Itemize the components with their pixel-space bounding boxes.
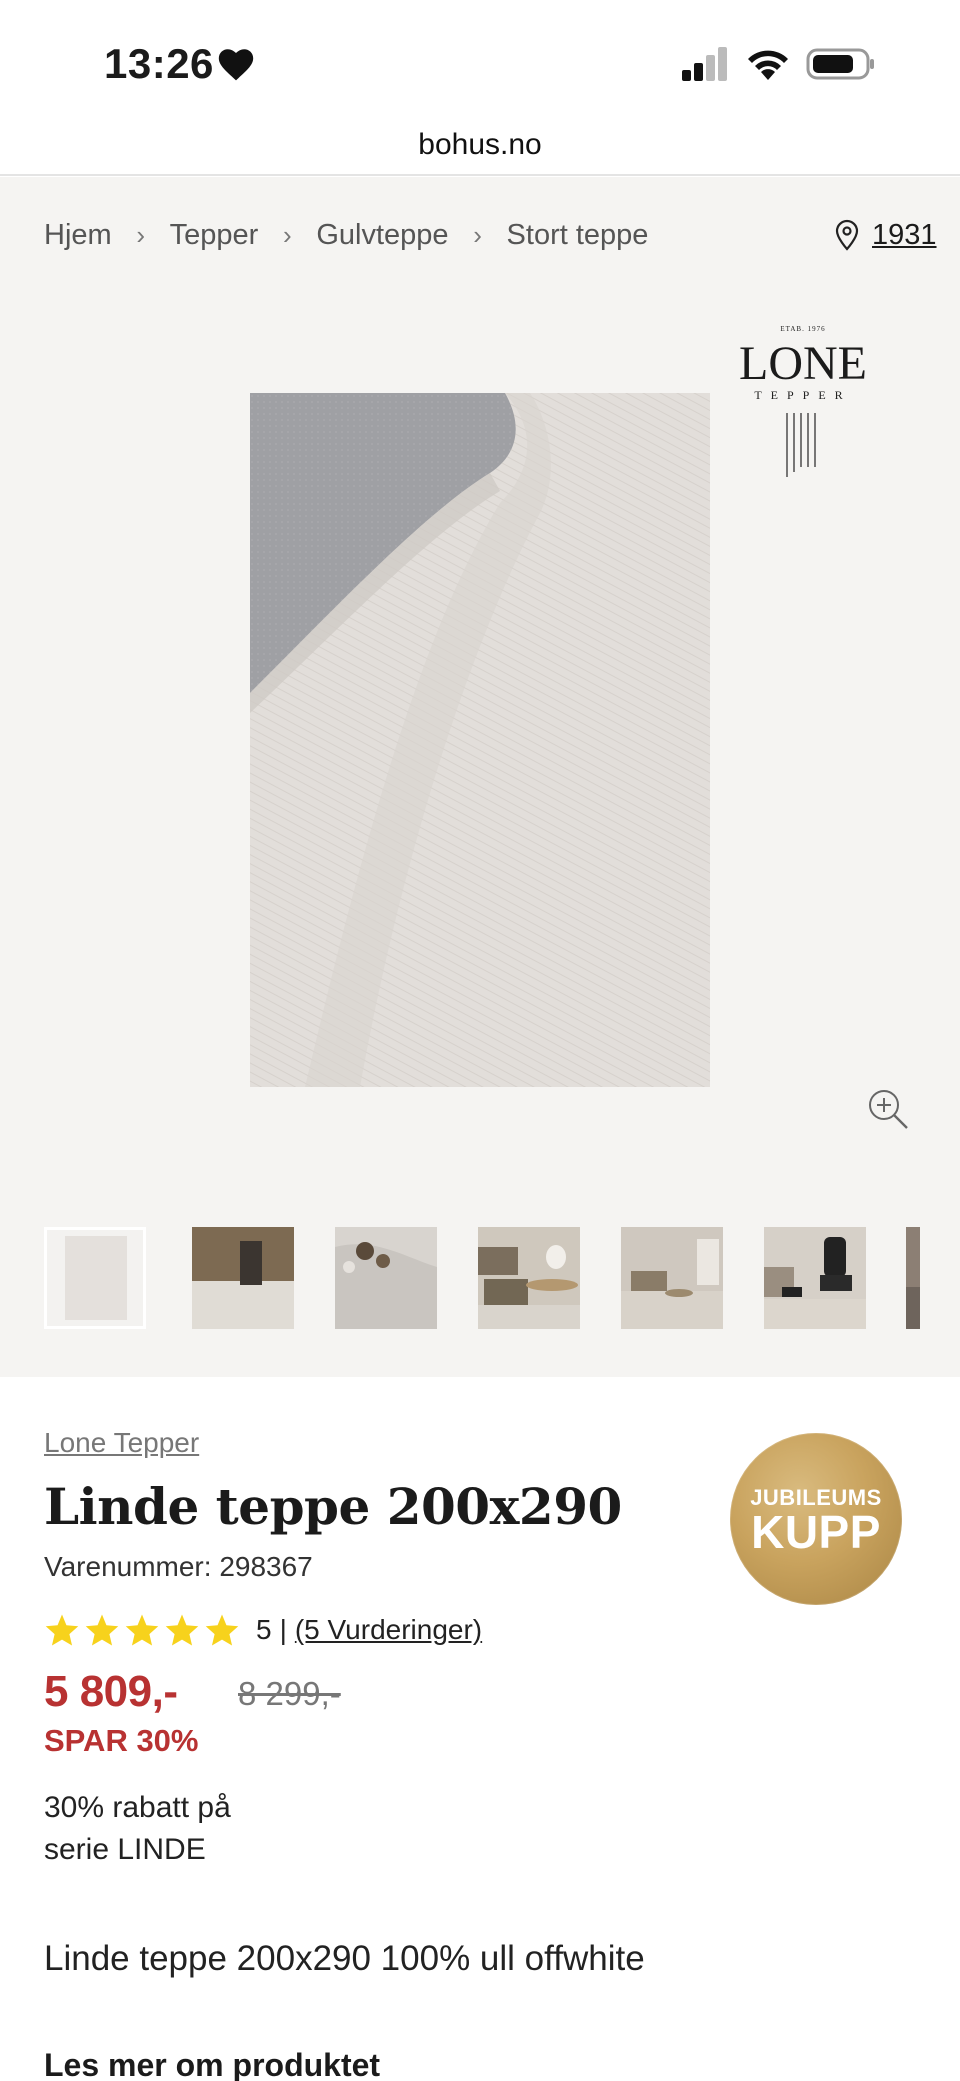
rating-score: 5 <box>256 1614 272 1645</box>
product-description: Linde teppe 200x290 100% ull offwhite <box>44 1939 645 1978</box>
breadcrumb-item-hjem[interactable]: Hjem <box>44 219 112 252</box>
chevron-right-icon: › <box>283 219 292 250</box>
url-text[interactable]: bohus.no <box>0 128 960 162</box>
reviews-link[interactable]: (5 Vurderinger) <box>295 1614 482 1646</box>
wifi-icon <box>748 50 788 80</box>
svg-text:TEPPER: TEPPER <box>754 388 851 402</box>
browser-address-bar[interactable]: bohus.no <box>0 120 960 176</box>
product-price: 5 809,- <box>44 1667 178 1716</box>
campaign-line-1: 30% rabatt på <box>44 1791 231 1824</box>
read-more-link[interactable]: Les mer om produktet <box>44 2047 380 2081</box>
thumbnail-strip[interactable] <box>44 1227 960 1331</box>
chevron-right-icon: › <box>473 219 482 250</box>
product-title: Linde teppe 200x290 <box>44 1477 622 1536</box>
breadcrumb-item-gulvteppe[interactable]: Gulvteppe <box>316 219 448 252</box>
rating: 5 | (5 Vurderinger) <box>44 1613 482 1647</box>
badge-line-2: KUPP <box>751 1506 881 1558</box>
star-icon <box>45 1614 79 1646</box>
product-main-image[interactable] <box>250 393 710 1087</box>
thumbnail-living-room-sofa-ottoman[interactable] <box>478 1227 580 1329</box>
status-bar: 13:26 <box>0 0 960 120</box>
star-icon <box>85 1614 119 1646</box>
brand-link[interactable]: Lone Tepper <box>44 1427 199 1459</box>
svg-text:ETAB. 1976: ETAB. 1976 <box>780 325 825 333</box>
store-label[interactable]: 1931 <box>872 219 937 252</box>
campaign-text: 30% rabatt på serie LINDE <box>44 1787 304 1871</box>
thumbnail-rug-flat-product[interactable] <box>44 1227 146 1329</box>
rating-separator: | <box>279 1614 287 1645</box>
thumbnail-living-room-wide[interactable] <box>621 1227 723 1329</box>
product-info: Lone Tepper Linde teppe 200x290 Varenumm… <box>0 1377 960 2081</box>
status-time: 13:26 <box>104 40 214 87</box>
star-icon <box>205 1614 239 1646</box>
product-old-price: 8 299,- <box>238 1675 341 1712</box>
location-pin-icon <box>835 219 859 251</box>
breadcrumb-item-stort-teppe[interactable]: Stort teppe <box>507 219 649 252</box>
thumbnail-room-partial[interactable] <box>906 1227 920 1329</box>
lone-tepper-logo: ETAB. 1976 LONE TEPPER <box>739 325 867 477</box>
svg-text:LONE: LONE <box>739 337 867 390</box>
battery-icon <box>806 48 874 80</box>
star-icon <box>165 1614 199 1646</box>
store-selector[interactable]: 1931 <box>834 215 937 255</box>
jubileums-kupp-badge: JUBILEUMS KUPP <box>730 1433 902 1605</box>
zoom-in-icon[interactable] <box>866 1087 910 1131</box>
thumbnail-rug-closeup-with-flowers[interactable] <box>335 1227 437 1329</box>
thumbnail-living-room-armchair[interactable] <box>764 1227 866 1329</box>
breadcrumb-item-tepper[interactable]: Tepper <box>170 219 259 252</box>
heart-icon <box>218 49 254 81</box>
product-gallery: Hjem › Tepper › Gulvteppe › Stort teppe … <box>0 177 960 1377</box>
save-percentage: SPAR 30% <box>44 1723 199 1758</box>
breadcrumb: Hjem › Tepper › Gulvteppe › Stort teppe <box>44 215 648 255</box>
star-icon <box>125 1614 159 1646</box>
campaign-line-2: serie LINDE <box>44 1833 206 1866</box>
chevron-right-icon: › <box>136 219 145 250</box>
thumbnail-rug-with-side-table[interactable] <box>192 1227 294 1329</box>
cellular-signal-icon <box>682 47 727 81</box>
product-sku: Varenummer: 298367 <box>44 1551 313 1582</box>
